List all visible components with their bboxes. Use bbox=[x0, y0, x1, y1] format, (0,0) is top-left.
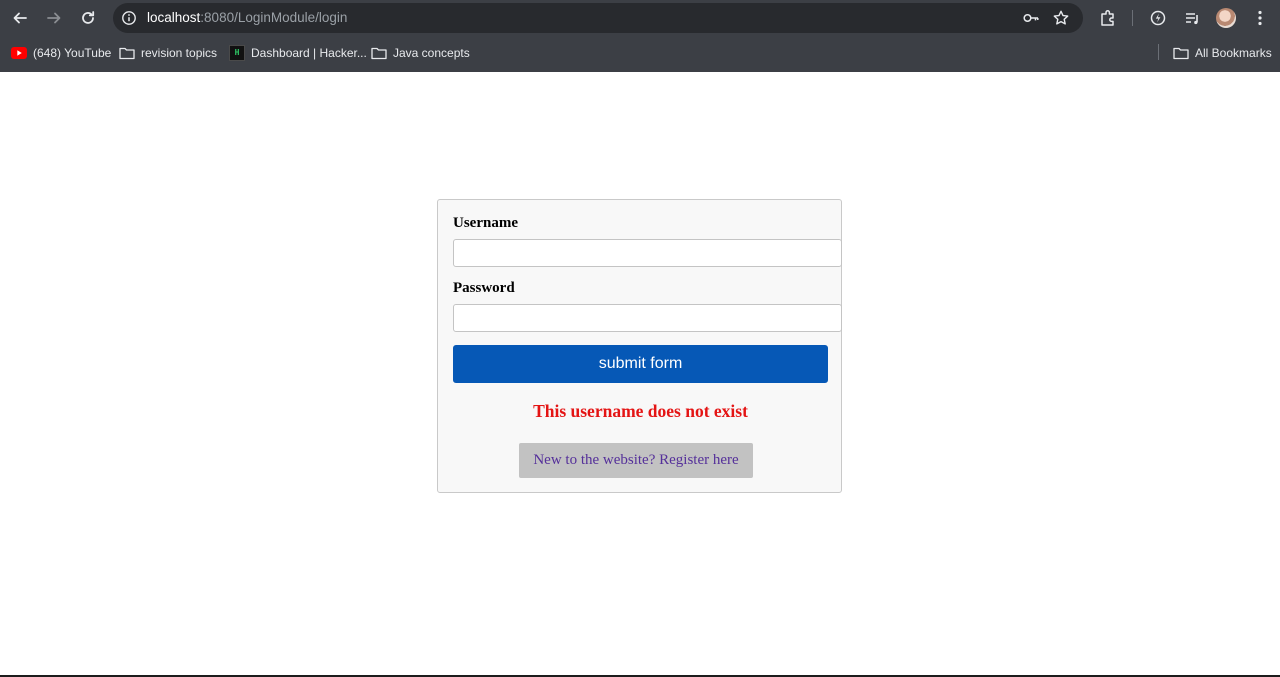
bookmark-label: Java concepts bbox=[393, 46, 470, 60]
username-input[interactable] bbox=[453, 239, 842, 267]
youtube-icon bbox=[11, 47, 27, 59]
performance-icon[interactable] bbox=[1148, 8, 1168, 28]
password-key-icon[interactable] bbox=[1022, 9, 1040, 27]
profile-avatar[interactable] bbox=[1216, 8, 1236, 28]
back-button[interactable] bbox=[8, 6, 32, 30]
bookmark-star-icon[interactable] bbox=[1052, 9, 1070, 27]
toolbar-separator bbox=[1132, 10, 1133, 26]
login-form: Username Password submit form This usern… bbox=[437, 199, 842, 493]
register-link[interactable]: New to the website? Register here bbox=[519, 443, 753, 478]
password-label: Password bbox=[453, 280, 515, 296]
media-queue-icon[interactable] bbox=[1182, 8, 1202, 28]
arrow-left-icon bbox=[13, 12, 27, 24]
bookmarks-separator bbox=[1158, 44, 1159, 60]
bookmark-youtube[interactable]: (648) YouTube bbox=[11, 44, 111, 62]
bookmarks-bar: (648) YouTube revision topics H Dashboar… bbox=[0, 40, 1280, 66]
hackerrank-icon: H bbox=[229, 45, 245, 61]
error-message: This username does not exist bbox=[533, 401, 748, 421]
folder-icon bbox=[1173, 47, 1189, 60]
bookmark-hackerrank[interactable]: H Dashboard | Hacker... bbox=[229, 44, 367, 62]
bookmark-revision-topics[interactable]: revision topics bbox=[119, 44, 217, 62]
url-text: localhost:8080/LoginModule/login bbox=[147, 10, 347, 26]
folder-icon bbox=[371, 47, 387, 60]
arrow-right-icon bbox=[47, 12, 61, 24]
bookmark-label: revision topics bbox=[141, 46, 218, 60]
menu-kebab-icon[interactable] bbox=[1250, 8, 1270, 28]
url-host: localhost bbox=[147, 10, 201, 25]
bookmark-label: (648) YouTube bbox=[33, 46, 112, 60]
site-info-icon[interactable] bbox=[121, 10, 137, 26]
username-label: Username bbox=[453, 215, 518, 231]
bookmark-label: Dashboard | Hacker... bbox=[251, 46, 367, 60]
all-bookmarks-label: All Bookmarks bbox=[1195, 46, 1272, 60]
address-bar[interactable]: localhost:8080/LoginModule/login bbox=[113, 3, 1083, 33]
browser-toolbar: localhost:8080/LoginModule/login bbox=[0, 0, 1280, 36]
bookmark-java-concepts[interactable]: Java concepts bbox=[371, 44, 470, 62]
url-path: :8080/LoginModule/login bbox=[200, 10, 348, 25]
extensions-icon[interactable] bbox=[1098, 8, 1118, 28]
submit-button[interactable]: submit form bbox=[453, 345, 828, 383]
reload-icon bbox=[82, 11, 95, 24]
forward-button[interactable] bbox=[42, 6, 66, 30]
reload-button[interactable] bbox=[76, 6, 100, 30]
password-input[interactable] bbox=[453, 304, 842, 332]
all-bookmarks-button[interactable]: All Bookmarks bbox=[1173, 44, 1272, 62]
browser-chrome: localhost:8080/LoginModule/login (648) Y… bbox=[0, 0, 1280, 72]
folder-icon bbox=[119, 47, 135, 60]
